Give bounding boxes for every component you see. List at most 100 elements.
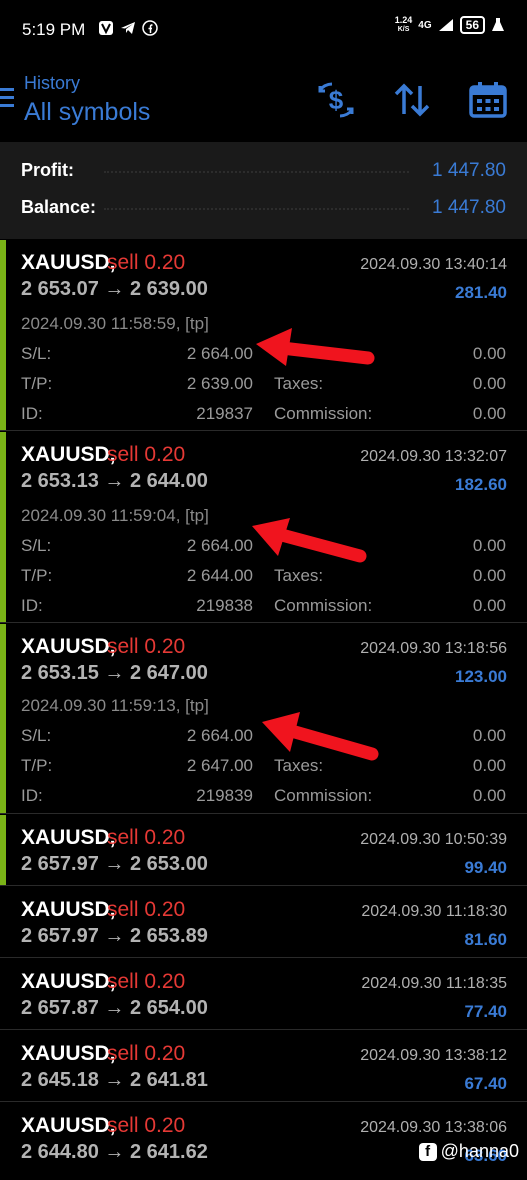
dotted-leader	[104, 208, 409, 210]
deal-row[interactable]: XAUUSD, sell 0.20 2024.09.30 11:18:30 2 …	[0, 887, 527, 958]
tp-value: 2 647.00	[186, 756, 253, 775]
id-label: ID:	[21, 786, 43, 805]
deal-side: sell 0.20	[107, 635, 186, 658]
deal-row[interactable]: XAUUSD, sell 0.20 2024.09.30 13:18:56 2 …	[0, 624, 527, 814]
selection-bar	[0, 624, 6, 813]
facebook-icon	[142, 20, 158, 36]
deal-profit: 99.40	[464, 858, 507, 877]
deal-prices: 2 653.13 → 2 644.00	[21, 470, 208, 492]
sl-label: S/L:	[21, 344, 52, 363]
id-value: 219838	[196, 596, 253, 615]
deal-prices: 2 653.15 → 2 647.00	[21, 662, 208, 684]
facebook-logo-icon: f	[418, 1142, 437, 1161]
deal-symbol: XAUUSD,	[21, 970, 116, 993]
deal-open-time: 2024.09.30 11:59:04, [tp]	[21, 506, 209, 525]
deal-row[interactable]: XAUUSD, sell 0.20 2024.09.30 13:32:07 2 …	[0, 432, 527, 623]
id-value: 219837	[196, 404, 253, 423]
deal-symbol: XAUUSD,	[21, 1114, 116, 1137]
tp-value: 2 639.00	[186, 374, 253, 393]
flask-icon	[492, 18, 504, 31]
deal-symbol: XAUUSD,	[21, 443, 116, 466]
deal-side: sell 0.20	[107, 898, 186, 921]
deal-open-time: 2024.09.30 11:59:13, [tp]	[21, 696, 209, 715]
deal-prices: 2 657.97 → 2 653.89	[21, 925, 208, 947]
vpn-icon	[99, 21, 113, 35]
deal-close-time: 2024.09.30 10:50:39	[360, 831, 507, 848]
id-label: ID:	[21, 404, 43, 423]
status-time: 5:19 PM	[22, 20, 86, 39]
status-bar: 5:19 PM 1.24 K/S 4G 56	[0, 0, 527, 58]
deal-symbol: XAUUSD,	[21, 635, 116, 658]
commission-value: 0.00	[472, 596, 506, 615]
profit-label: Profit:	[21, 160, 74, 180]
sl-value: 2 664.00	[186, 344, 253, 363]
app-header: History All symbols $	[0, 58, 527, 142]
balance-value: 1 447.80	[432, 197, 506, 218]
selection-bar	[0, 815, 6, 885]
net-speed-value: 1.24	[394, 15, 413, 25]
deal-close-time: 2024.09.30 11:18:35	[361, 975, 507, 992]
swap-value: 0.00	[472, 344, 506, 363]
sort-icon[interactable]	[392, 80, 432, 120]
commission-label: Commission:	[274, 596, 373, 615]
deal-row[interactable]: XAUUSD, sell 0.20 2024.09.30 10:50:39 2 …	[0, 815, 527, 886]
swap-value: 0.00	[472, 536, 506, 555]
taxes-value: 0.00	[472, 756, 506, 775]
deal-prices: 2 657.97 → 2 653.00	[21, 853, 208, 875]
profit-row: Profit: 1 447.80	[0, 160, 527, 190]
commission-label: Commission:	[274, 786, 373, 805]
selection-bar	[0, 432, 6, 622]
deal-close-time: 2024.09.30 13:32:07	[360, 448, 507, 465]
deal-profit: 81.60	[464, 930, 507, 949]
tp-label: T/P:	[21, 756, 53, 775]
commission-label: Commission:	[274, 404, 373, 423]
taxes-label: Taxes:	[274, 374, 324, 393]
taxes-value: 0.00	[472, 566, 506, 585]
network-type: 4G	[418, 19, 432, 31]
deal-side: sell 0.20	[107, 251, 186, 274]
tp-label: T/P:	[21, 374, 53, 393]
dollar-swap-icon[interactable]: $	[316, 80, 356, 120]
deal-row[interactable]: XAUUSD, sell 0.20 2024.09.30 11:18:35 2 …	[0, 959, 527, 1030]
deal-open-time: 2024.09.30 11:58:59, [tp]	[21, 314, 209, 333]
deal-profit: 281.40	[455, 283, 507, 302]
deal-row[interactable]: XAUUSD, sell 0.20 2024.09.30 13:38:12 2 …	[0, 1031, 527, 1102]
menu-icon[interactable]	[0, 88, 14, 110]
signal-icon	[438, 19, 453, 31]
network-speed: 1.24 K/S	[395, 16, 413, 34]
svg-text:$: $	[329, 85, 344, 115]
deal-prices: 2 657.87 → 2 654.00	[21, 997, 208, 1019]
tp-value: 2 644.00	[186, 566, 253, 585]
calendar-icon[interactable]	[468, 80, 508, 120]
watermark-text: @hanna0	[440, 1141, 519, 1161]
deal-side: sell 0.20	[107, 443, 186, 466]
deal-profit: 123.00	[455, 667, 507, 686]
deal-side: sell 0.20	[107, 1114, 186, 1137]
sl-label: S/L:	[21, 536, 52, 555]
deal-profit: 182.60	[455, 475, 507, 494]
deal-prices: 2 644.80 → 2 641.62	[21, 1141, 208, 1163]
sl-label: S/L:	[21, 726, 52, 745]
taxes-label: Taxes:	[274, 756, 324, 775]
commission-value: 0.00	[472, 404, 506, 423]
deal-symbol: XAUUSD,	[21, 898, 116, 921]
dotted-leader	[104, 171, 409, 173]
symbol-filter[interactable]: All symbols	[24, 98, 150, 127]
deal-prices: 2 653.07 → 2 639.00	[21, 278, 208, 300]
sl-value: 2 664.00	[186, 726, 253, 745]
summary-panel: Profit: 1 447.80 Balance: 1 447.80	[0, 142, 527, 239]
sl-value: 2 664.00	[186, 536, 253, 555]
selection-bar	[0, 240, 6, 430]
balance-row: Balance: 1 447.80	[0, 197, 527, 227]
deal-profit: 67.40	[464, 1074, 507, 1093]
tp-label: T/P:	[21, 566, 53, 585]
deal-symbol: XAUUSD,	[21, 1042, 116, 1065]
deal-side: sell 0.20	[107, 1042, 186, 1065]
id-label: ID:	[21, 596, 43, 615]
system-status: 1.24 K/S 4G 56	[395, 16, 505, 34]
taxes-value: 0.00	[472, 374, 506, 393]
deal-row[interactable]: XAUUSD, sell 0.20 2024.09.30 13:40:14 2 …	[0, 240, 527, 431]
swap-value: 0.00	[472, 726, 506, 745]
watermark: f @hanna0	[418, 1141, 519, 1162]
battery-indicator: 56	[459, 16, 485, 34]
